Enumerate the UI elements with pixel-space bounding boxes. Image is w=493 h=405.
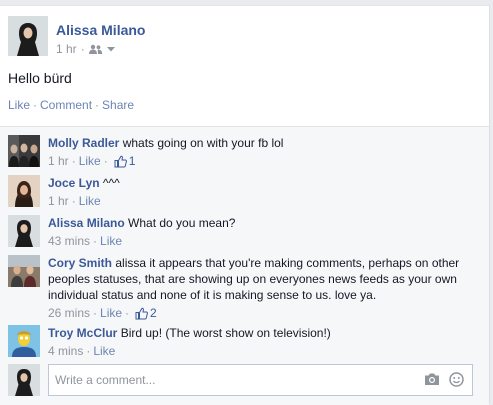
commenter-avatar[interactable]: [8, 175, 40, 207]
commenter-avatar[interactable]: [8, 325, 40, 357]
current-user-avatar[interactable]: [8, 364, 40, 396]
post-text: Hello bürd: [8, 70, 72, 86]
commenter-avatar[interactable]: [8, 135, 40, 167]
action-separator: ·: [71, 194, 76, 208]
action-separator: ·: [71, 154, 76, 168]
comment-body: Cory Smith alissa it appears that you're…: [48, 255, 478, 321]
comment-text: Bird up! (The worst show on television!): [120, 326, 331, 340]
meta-separator: ·: [80, 42, 85, 56]
commenter-avatar[interactable]: [8, 255, 40, 287]
comment-time[interactable]: 26 mins: [48, 305, 90, 321]
comment-text: ^^^: [102, 176, 120, 190]
comment-actions: 26 mins · Like · 2: [48, 305, 478, 321]
comment-like-button[interactable]: Like: [100, 305, 122, 321]
comment-body: Troy McClur Bird up! (The worst show on …: [48, 325, 478, 359]
like-count[interactable]: 2: [135, 305, 157, 321]
comment-like-button[interactable]: Like: [93, 343, 115, 359]
chevron-down-icon[interactable]: [106, 46, 115, 52]
action-separator: ·: [125, 306, 130, 320]
comment-like-button[interactable]: Like: [79, 153, 101, 169]
like-button[interactable]: Like: [8, 98, 30, 112]
commenter-avatar[interactable]: [8, 215, 40, 247]
action-separator: ·: [86, 344, 91, 358]
post-author[interactable]: Alissa Milano: [56, 22, 145, 38]
like-count-value: 1: [128, 154, 136, 168]
comment-actions: 43 mins · Like: [48, 233, 478, 249]
post-time[interactable]: 1 hr: [56, 42, 77, 56]
comment-text: What do you mean?: [128, 216, 236, 230]
action-separator: ·: [93, 306, 98, 320]
action-separator: ·: [95, 98, 100, 112]
comments-section: Molly Radler whats going on with your fb…: [0, 126, 489, 405]
like-count[interactable]: 1: [114, 153, 136, 169]
action-separator: ·: [33, 98, 38, 112]
friends-icon[interactable]: [88, 44, 103, 54]
comment-body: Joce Lyn ^^^ 1 hr · Like: [48, 175, 478, 209]
comment-text: whats going on with your fb lol: [122, 136, 284, 150]
thumbs-up-icon: [135, 307, 148, 319]
commenter-name[interactable]: Troy McClur: [48, 326, 117, 340]
comment-time[interactable]: 43 mins: [48, 233, 90, 249]
comment-input[interactable]: [49, 365, 415, 395]
comment-time[interactable]: 4 mins: [48, 343, 83, 359]
post-actions: Like · Comment · Share: [8, 98, 134, 112]
comment-button[interactable]: Comment: [40, 98, 92, 112]
commenter-name[interactable]: Alissa Milano: [48, 216, 125, 230]
post-card: Alissa Milano 1 hr · Hello bürd Like · Com…: [0, 5, 490, 405]
action-separator: ·: [93, 234, 98, 248]
comment-composer: [48, 364, 473, 396]
share-button[interactable]: Share: [102, 98, 134, 112]
commenter-name[interactable]: Molly Radler: [48, 136, 119, 150]
comment-like-button[interactable]: Like: [79, 193, 101, 209]
action-separator: ·: [103, 154, 108, 168]
author-avatar[interactable]: [8, 16, 48, 56]
camera-icon[interactable]: [424, 372, 440, 389]
comment-body: Molly Radler whats going on with your fb…: [48, 135, 478, 169]
commenter-name[interactable]: Joce Lyn: [48, 176, 100, 190]
comment-actions: 1 hr · Like · 1: [48, 153, 478, 169]
like-count-value: 2: [150, 306, 157, 320]
comment-like-button[interactable]: Like: [100, 233, 122, 249]
comment-time[interactable]: 1 hr: [48, 193, 69, 209]
comment-actions: 1 hr · Like: [48, 193, 478, 209]
smiley-icon[interactable]: [449, 372, 464, 390]
post-meta: 1 hr ·: [56, 42, 115, 56]
commenter-name[interactable]: Cory Smith: [48, 256, 112, 270]
comment-body: Alissa Milano What do you mean? 43 mins …: [48, 215, 478, 249]
comment-actions: 4 mins · Like: [48, 343, 478, 359]
comment-time[interactable]: 1 hr: [48, 153, 69, 169]
thumbs-up-icon: [114, 155, 127, 167]
